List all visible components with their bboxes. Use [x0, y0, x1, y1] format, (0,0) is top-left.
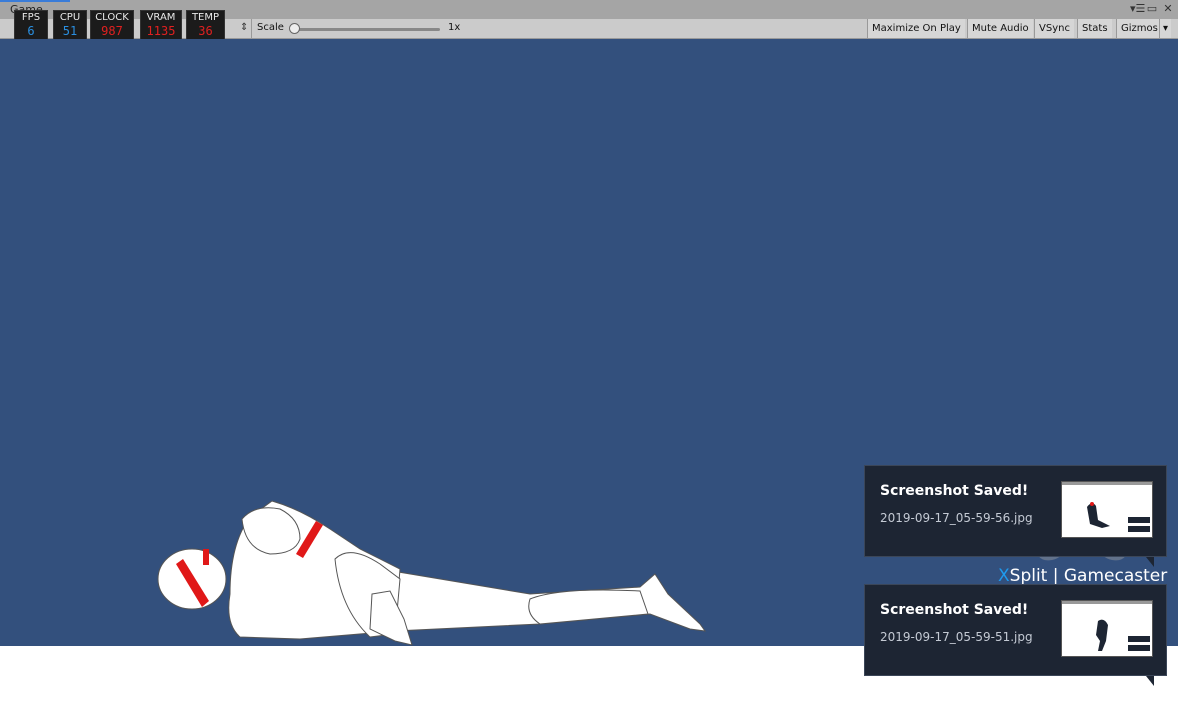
tab-menu-icon[interactable]: ▾☰ — [1130, 2, 1145, 16]
scale-slider-handle[interactable] — [288, 23, 300, 34]
maximize-on-play-button[interactable]: Maximize On Play — [867, 19, 965, 38]
toolbar-divider — [251, 19, 252, 38]
cpu-value: 51 — [62, 24, 78, 38]
vram-value: 1135 — [146, 24, 176, 38]
temp-label: TEMP — [191, 12, 220, 23]
clock-value: 987 — [101, 24, 123, 38]
screenshot-thumbnail — [1061, 481, 1153, 538]
maximize-icon[interactable]: ▭ — [1146, 2, 1158, 16]
clock-label: CLOCK — [95, 12, 129, 23]
mute-audio-button[interactable]: Mute Audio — [967, 19, 1033, 38]
screenshot-thumbnail — [1061, 600, 1153, 657]
active-tab-indicator — [0, 0, 70, 2]
stats-button[interactable]: Stats — [1077, 19, 1112, 38]
toast-title: Screenshot Saved! — [880, 602, 1029, 618]
scale-slider-track[interactable] — [294, 28, 440, 31]
fps-label: FPS — [21, 12, 41, 23]
xsplit-gamecaster-logo: XSplit | Gamecaster — [998, 566, 1168, 586]
vram-label: VRAM — [146, 12, 176, 23]
toast-pointer — [1146, 557, 1154, 567]
fps-value: 6 — [27, 24, 35, 38]
temp-counter: TEMP 36 — [186, 10, 225, 40]
vram-counter: VRAM 1135 — [140, 10, 182, 40]
toast-filename: 2019-09-17_05-59-56.jpg — [880, 511, 1033, 525]
display-dropdown-arrow[interactable]: ⇕ — [240, 22, 248, 33]
toast-filename: 2019-09-17_05-59-51.jpg — [880, 630, 1033, 644]
toast-title: Screenshot Saved! — [880, 483, 1029, 499]
gizmos-dropdown-arrow[interactable]: ▾ — [1159, 19, 1172, 38]
clock-counter: CLOCK 987 — [90, 10, 134, 40]
cpu-label: CPU — [59, 12, 81, 23]
window-controls: ▾☰ ▭ ✕ — [1130, 2, 1174, 16]
toast-pointer — [1146, 676, 1154, 686]
close-icon[interactable]: ✕ — [1162, 2, 1174, 16]
vsync-button[interactable]: VSync — [1034, 19, 1074, 38]
scale-value: 1x — [448, 22, 461, 33]
temp-value: 36 — [198, 24, 213, 38]
screenshot-saved-toast[interactable]: Screenshot Saved! 2019-09-17_05-59-56.jp… — [864, 465, 1167, 557]
scale-label: Scale — [257, 22, 284, 33]
gizmos-button[interactable]: Gizmos — [1116, 19, 1162, 38]
fps-counter: FPS 6 — [14, 10, 48, 40]
screenshot-saved-toast[interactable]: Screenshot Saved! 2019-09-17_05-59-51.jp… — [864, 584, 1167, 676]
cpu-counter: CPU 51 — [53, 10, 87, 40]
